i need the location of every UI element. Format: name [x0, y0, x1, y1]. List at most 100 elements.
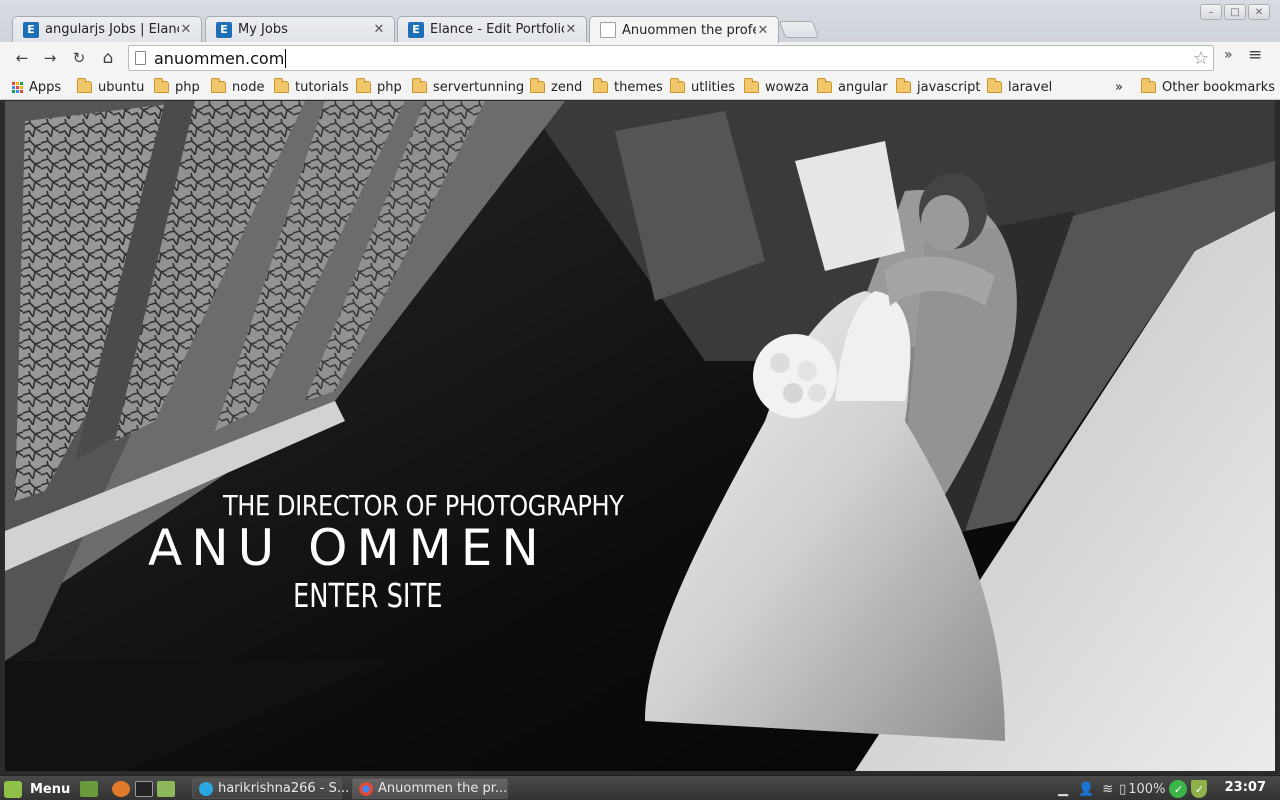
- bookmark-label: servertunning: [433, 79, 525, 95]
- bookmark-folder-other[interactable]: Other bookmarks: [1141, 77, 1275, 97]
- folder-icon: [670, 78, 685, 93]
- tab-title: Anuommen the profes: [622, 22, 756, 38]
- battery-icon[interactable]: ▯: [1119, 782, 1126, 797]
- taskbar-item-skype[interactable]: harikrishna266 - S...: [192, 778, 349, 799]
- bookmark-label: php: [377, 79, 402, 95]
- update-ok-icon[interactable]: ✓: [1169, 780, 1188, 798]
- folder-icon: [987, 78, 1002, 93]
- bookmark-folder-themes[interactable]: themes: [593, 77, 663, 97]
- extensions-overflow-icon[interactable]: »: [1224, 47, 1233, 63]
- maximize-icon[interactable]: □: [1224, 4, 1246, 20]
- chrome-icon: [359, 781, 373, 796]
- page-icon: [135, 51, 146, 65]
- tab-anuommen[interactable]: Anuommen the profes ✕: [589, 16, 779, 43]
- menu-label: Menu: [30, 781, 71, 797]
- back-arrow-icon[interactable]: ←: [11, 47, 33, 69]
- bookmarks-bar: Apps ubuntu php node tutorials php serve…: [0, 74, 1280, 100]
- skype-icon: [199, 781, 213, 796]
- mint-logo-icon: [4, 780, 22, 798]
- show-desktop-icon[interactable]: [80, 781, 98, 797]
- battery-percent: 100%: [1128, 781, 1166, 797]
- clock[interactable]: 23:07: [1225, 780, 1266, 795]
- close-icon[interactable]: ✕: [564, 22, 578, 37]
- bookmark-folder-wowza[interactable]: wowza: [744, 77, 809, 97]
- elance-favicon-icon: E: [23, 21, 39, 38]
- bookmark-folder-zend[interactable]: zend: [530, 77, 582, 97]
- close-icon[interactable]: ✕: [1248, 4, 1270, 20]
- tab-my-jobs[interactable]: E My Jobs ✕: [205, 16, 395, 42]
- page-favicon-icon: [600, 22, 616, 38]
- tray-area: ▁ 👤 ≋ ▯ 100% ✓ ✓: [1058, 779, 1208, 799]
- folder-icon: [274, 78, 289, 93]
- new-tab-button[interactable]: [778, 21, 820, 38]
- bookmark-folder-node[interactable]: node: [211, 77, 264, 97]
- tab-title: My Jobs: [238, 22, 288, 37]
- bookmark-label: themes: [614, 79, 663, 95]
- tab-title: Elance - Edit Portfolio: [430, 22, 564, 37]
- terminal-icon[interactable]: [135, 781, 153, 797]
- folder-icon: [154, 78, 169, 93]
- user-icon[interactable]: 👤: [1078, 782, 1094, 797]
- minimize-icon[interactable]: –: [1200, 4, 1222, 20]
- bookmark-label: Other bookmarks: [1162, 79, 1276, 95]
- folder-icon: [77, 78, 92, 93]
- bookmark-folder-utlities[interactable]: utlities: [670, 77, 735, 97]
- close-icon[interactable]: ✕: [179, 22, 193, 37]
- elance-favicon-icon: E: [216, 21, 232, 38]
- bookmark-label: utlities: [691, 79, 736, 95]
- folder-icon: [593, 78, 608, 93]
- close-icon[interactable]: ✕: [756, 23, 770, 38]
- folder-icon: [412, 78, 427, 93]
- apps-grid-icon: [12, 81, 23, 93]
- folder-icon: [356, 78, 371, 93]
- bookmark-label: wowza: [765, 79, 810, 95]
- tab-title: angularjs Jobs | Elance: [45, 22, 179, 37]
- enter-site-link[interactable]: ENTER SITE: [293, 576, 442, 615]
- tab-angularjs-jobs[interactable]: E angularjs Jobs | Elance ✕: [12, 16, 202, 42]
- wifi-icon[interactable]: ≋: [1102, 782, 1113, 797]
- folder-icon: [817, 78, 832, 93]
- bookmark-label: javascript: [917, 79, 981, 95]
- bookmark-label: php: [175, 79, 200, 95]
- window-controls: – □ ✕: [1200, 4, 1270, 20]
- taskbar-item-chrome[interactable]: Anuommen the pr...: [352, 778, 508, 799]
- forward-arrow-icon[interactable]: →: [39, 47, 61, 69]
- shield-icon[interactable]: ✓: [1191, 780, 1208, 798]
- address-bar[interactable]: anuommen.com ☆: [128, 45, 1214, 71]
- page-viewport: THE DIRECTOR OF PHOTOGRAPHY ANU OMMEN EN…: [5, 101, 1275, 771]
- bookmark-label: Apps: [29, 79, 62, 95]
- folder-icon: [744, 78, 759, 93]
- folder-icon: [896, 78, 911, 93]
- elance-favicon-icon: E: [408, 21, 424, 38]
- tab-edit-portfolio[interactable]: E Elance - Edit Portfolio ✕: [397, 16, 587, 42]
- folder-icon: [530, 78, 545, 93]
- files-icon[interactable]: [157, 781, 175, 797]
- bookmark-folder-php[interactable]: php: [154, 77, 200, 97]
- reload-icon[interactable]: ↻: [68, 47, 90, 69]
- bookmark-folder-angular[interactable]: angular: [817, 77, 888, 97]
- home-icon[interactable]: ⌂: [97, 47, 119, 69]
- bookmark-label: laravel: [1008, 79, 1053, 95]
- bookmark-apps[interactable]: Apps: [12, 77, 61, 97]
- bookmark-folder-servertunning[interactable]: servertunning: [412, 77, 524, 97]
- bookmarks-overflow-button[interactable]: »: [1115, 77, 1123, 97]
- firefox-icon[interactable]: [112, 781, 130, 797]
- desktop-taskbar: Menu harikrishna266 - S... Anuommen the …: [0, 775, 1280, 800]
- bookmark-label: ubuntu: [98, 79, 145, 95]
- browser-toolbar: ← → ↻ ⌂ anuommen.com ☆ » ≡: [0, 42, 1280, 74]
- keyboard-icon[interactable]: ▁: [1058, 782, 1068, 797]
- folder-icon: [211, 78, 226, 93]
- url-text[interactable]: anuommen.com: [154, 48, 287, 68]
- bookmark-folder-ubuntu[interactable]: ubuntu: [77, 77, 144, 97]
- start-menu-button[interactable]: Menu: [4, 779, 70, 799]
- hamburger-menu-icon[interactable]: ≡: [1248, 45, 1262, 65]
- star-icon[interactable]: ☆: [1193, 48, 1209, 69]
- close-icon[interactable]: ✕: [372, 22, 386, 37]
- bookmark-label: node: [232, 79, 265, 95]
- bookmark-folder-php-2[interactable]: php: [356, 77, 402, 97]
- bookmark-folder-laravel[interactable]: laravel: [987, 77, 1052, 97]
- bookmark-label: zend: [551, 79, 583, 95]
- bookmark-folder-tutorials[interactable]: tutorials: [274, 77, 349, 97]
- bookmark-label: angular: [838, 79, 888, 95]
- bookmark-folder-javascript[interactable]: javascript: [896, 77, 980, 97]
